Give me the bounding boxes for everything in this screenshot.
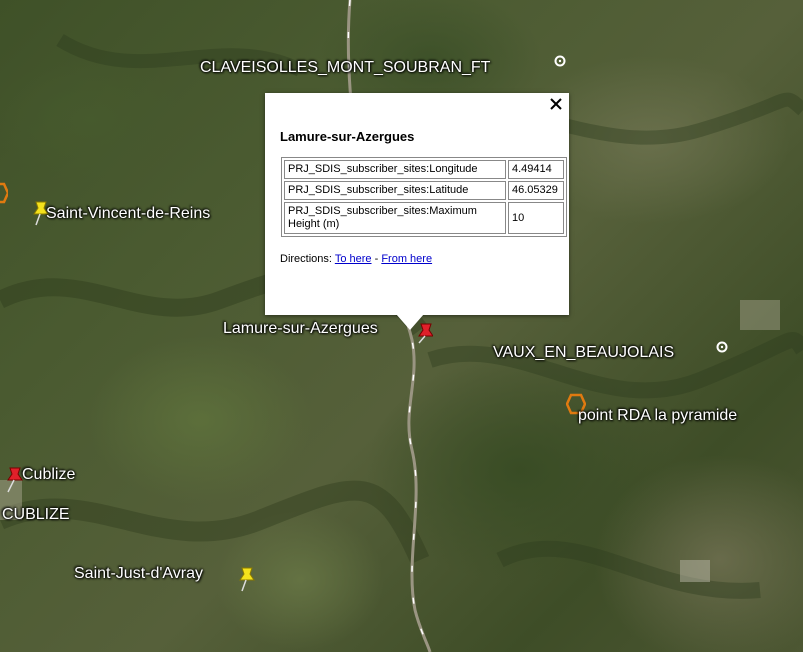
place-label-saint-just[interactable]: Saint-Just-d'Avray xyxy=(74,565,203,583)
to-here-link[interactable]: To here xyxy=(335,253,372,265)
attribute-table: PRJ_SDIS_subscriber_sites:Longitude 4.49… xyxy=(281,157,567,237)
close-icon[interactable] xyxy=(549,97,563,111)
place-label-claveisolles[interactable]: CLAVEISOLLES_MONT_SOUBRAN_FT xyxy=(200,59,490,77)
attribute-key: PRJ_SDIS_subscriber_sites:Latitude xyxy=(284,181,506,200)
attribute-key: PRJ_SDIS_subscriber_sites:Longitude xyxy=(284,160,506,179)
directions-label: Directions: xyxy=(280,253,332,265)
place-label-saint-vincent[interactable]: Saint-Vincent-de-Reins xyxy=(46,205,210,223)
table-row: PRJ_SDIS_subscriber_sites:Maximum Height… xyxy=(284,202,564,234)
place-label-lamure[interactable]: Lamure-sur-Azergues xyxy=(223,320,378,338)
place-label-cublize[interactable]: Cublize xyxy=(22,466,75,484)
attribute-key: PRJ_SDIS_subscriber_sites:Maximum Height… xyxy=(284,202,506,234)
attribute-value: 46.05329 xyxy=(508,181,564,200)
place-label-point-rda[interactable]: point RDA la pyramide xyxy=(578,407,737,425)
attribute-value: 10 xyxy=(508,202,564,234)
from-here-link[interactable]: From here xyxy=(381,253,432,265)
target-circle-icon[interactable] xyxy=(554,55,566,67)
red-pushpin-icon[interactable] xyxy=(4,466,24,494)
popup-title: Lamure-sur-Azergues xyxy=(280,129,415,144)
table-row: PRJ_SDIS_subscriber_sites:Latitude 46.05… xyxy=(284,181,564,200)
info-balloon: Lamure-sur-Azergues PRJ_SDIS_subscriber_… xyxy=(265,93,569,315)
target-circle-icon[interactable] xyxy=(716,341,728,353)
directions-separator: - xyxy=(374,253,379,265)
hexagon-icon[interactable] xyxy=(0,182,8,204)
place-label-vaux[interactable]: VAUX_EN_BEAUJOLAIS xyxy=(493,344,674,362)
attribute-value: 4.49414 xyxy=(508,160,564,179)
place-label-cublize-caps[interactable]: CUBLIZE xyxy=(2,506,70,524)
directions: Directions: To here - From here xyxy=(280,253,432,265)
popup-pointer xyxy=(396,314,424,330)
table-row: PRJ_SDIS_subscriber_sites:Longitude 4.49… xyxy=(284,160,564,179)
yellow-pushpin-icon[interactable] xyxy=(236,566,256,592)
